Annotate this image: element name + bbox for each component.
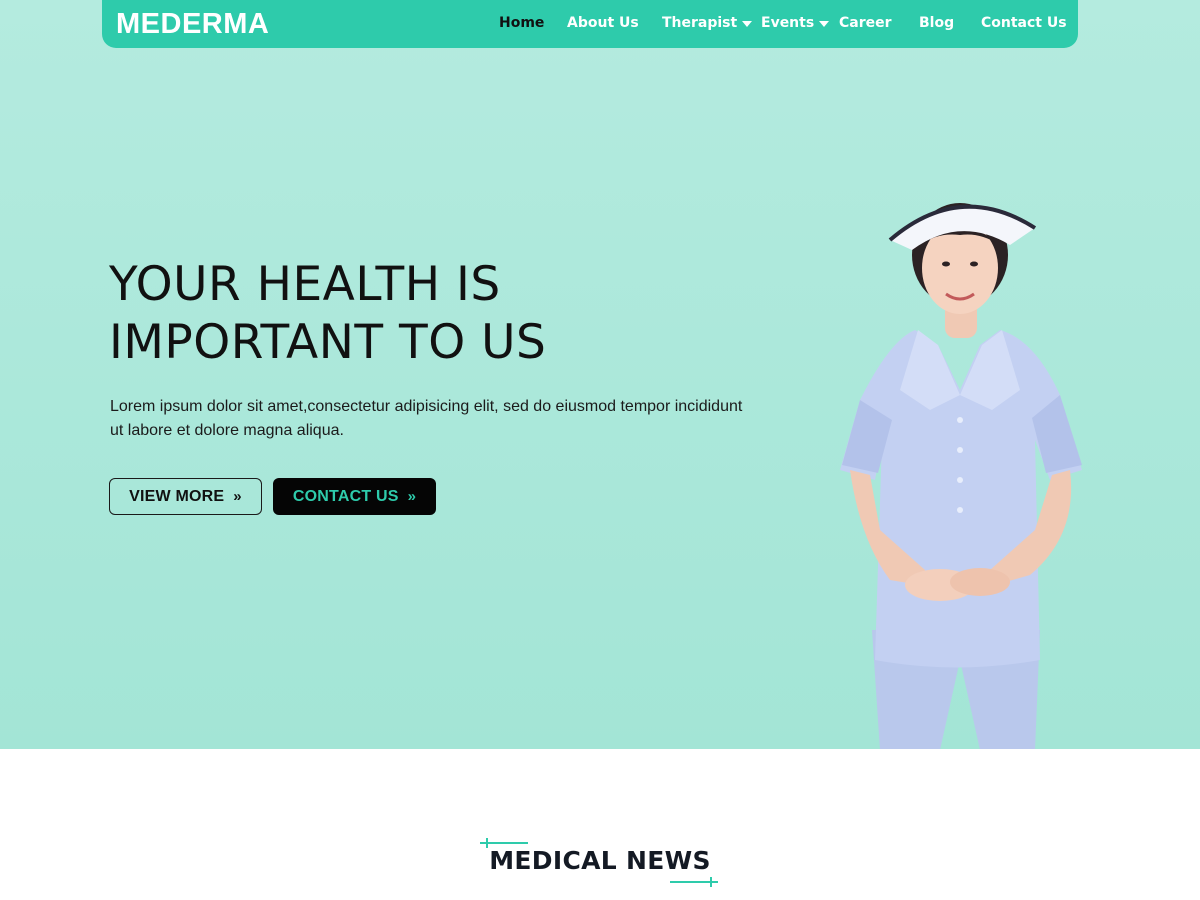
top-navbar: MEDERMA Home About Us Therapist Events C… [102, 0, 1078, 48]
heading-decoration-tick [710, 877, 712, 887]
contact-us-label: CONTACT US [292, 487, 399, 505]
nav-item-label: Career [839, 15, 892, 31]
medical-news-heading: MEDICAL NEWS [480, 836, 720, 892]
caret-down-icon [742, 21, 753, 27]
site-logo[interactable]: MEDERMA [116, 8, 269, 41]
hero-description: Lorem ipsum dolor sit amet,consectetur a… [110, 398, 743, 439]
hero-title-line-2: IMPORTANT TO US [109, 315, 547, 370]
double-chevron-right-icon: » [233, 488, 242, 505]
contact-us-button[interactable]: CONTACT US » [273, 478, 436, 515]
nav-item-label: Contact Us [981, 15, 1067, 31]
hero-title-line-1: YOUR HEALTH IS [109, 257, 501, 312]
nav-item-events[interactable]: Events [761, 15, 830, 31]
nav-item-therapist[interactable]: Therapist [662, 15, 753, 31]
nav-item-label: Events [761, 15, 815, 31]
nav-item-label: Home [499, 15, 545, 31]
nav-item-career[interactable]: Career [839, 15, 892, 31]
double-chevron-right-icon: » [407, 488, 417, 505]
hero-section: MEDERMA Home About Us Therapist Events C… [0, 0, 1200, 749]
nav-item-label: About Us [567, 15, 639, 31]
nurse-image [840, 203, 1082, 749]
nav-item-label: Blog [919, 15, 955, 31]
view-more-label: VIEW MORE [129, 487, 225, 505]
nav-item-blog[interactable]: Blog [919, 15, 954, 31]
nav-item-label: Therapist [662, 15, 738, 31]
section-title: MEDICAL NEWS [489, 846, 711, 875]
nav-item-about-us[interactable]: About Us [567, 15, 639, 31]
view-more-button[interactable]: VIEW MORE » [109, 478, 262, 515]
nav-item-home[interactable]: Home [499, 15, 544, 31]
hero-title: YOUR HEALTH IS IMPORTANT TO US [109, 256, 709, 372]
caret-down-icon [819, 21, 830, 27]
nav-item-contact-us[interactable]: Contact Us [981, 15, 1067, 31]
